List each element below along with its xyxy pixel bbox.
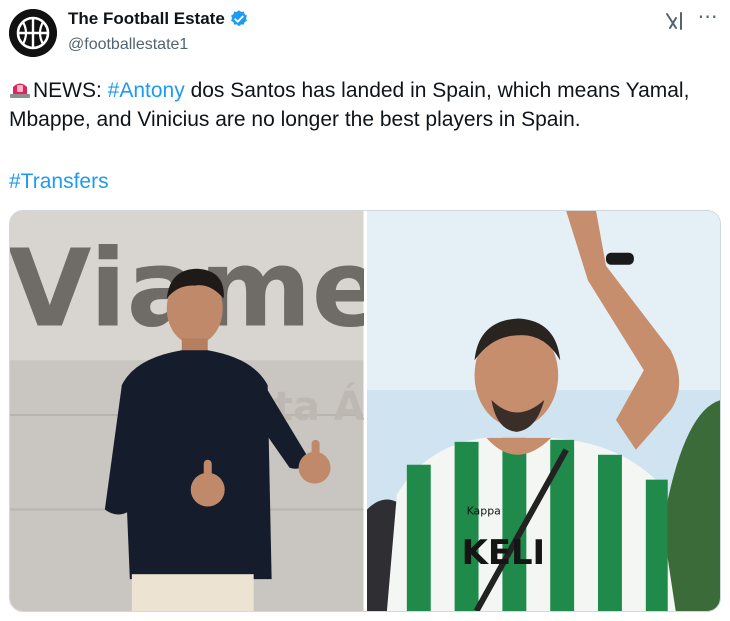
display-name[interactable]: The Football Estate [68,9,225,29]
antony-thumbs-up-photo: Viamed Santa Ángela [10,211,364,611]
grok-icon[interactable] [664,10,686,32]
siren-emoji-icon [10,83,30,98]
news-prefix: NEWS: [33,79,108,102]
media-grid: Viamed Santa Ángela [9,210,721,612]
photo-right[interactable]: KELI Kappa [366,211,720,611]
author-handle[interactable]: @footballestate1 [68,36,188,54]
avatar[interactable] [9,9,57,57]
photo-left[interactable]: Viamed Santa Ángela [10,211,364,611]
verified-badge-icon [230,10,247,27]
hashtag-antony-link[interactable]: #Antony [108,79,185,102]
more-icon[interactable]: ⋯ [696,7,720,32]
hashtag-transfers-link[interactable]: #Transfers [9,170,109,193]
basketball-logo [9,9,57,57]
author-name-row[interactable]: The Football Estate [68,9,249,29]
shirt-brand: Kappa [466,504,500,517]
antony-betis-kit-photo: KELI Kappa [366,211,720,611]
shirt-sponsor: KELI [461,533,545,572]
tweet-text: NEWS: #Antony dos Santos has landed in S… [9,76,721,134]
